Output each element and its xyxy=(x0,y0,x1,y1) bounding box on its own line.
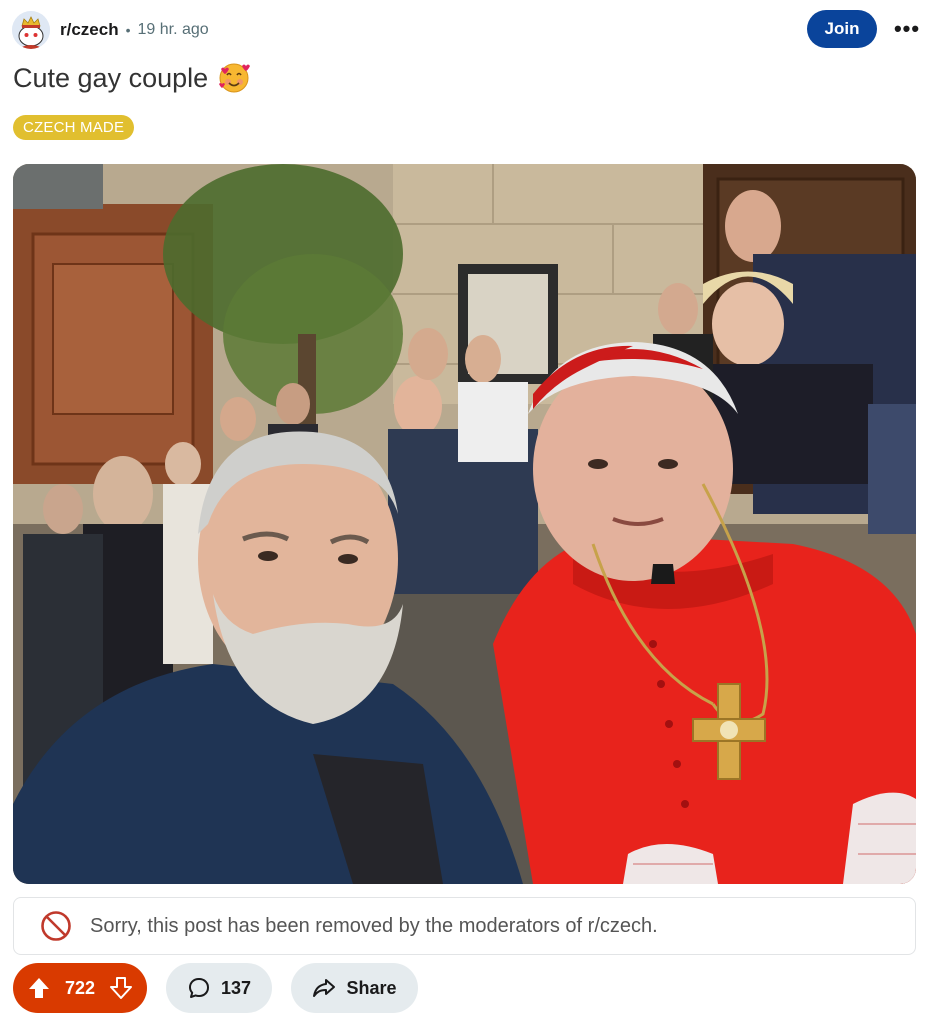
post-time: 19 hr. ago xyxy=(137,21,209,38)
speech-bubble-icon xyxy=(188,978,209,998)
smiling-face-with-hearts-icon xyxy=(219,63,251,93)
subreddit-avatar-icon[interactable] xyxy=(12,11,50,49)
share-label: Share xyxy=(346,977,397,998)
post-title[interactable]: Cute gay couple xyxy=(13,63,208,94)
share-button[interactable]: Share xyxy=(291,963,418,1013)
removed-message: Sorry, this post has been removed by the… xyxy=(90,914,658,937)
ban-icon xyxy=(41,911,71,941)
join-button[interactable]: Join xyxy=(807,10,877,48)
subreddit-name[interactable]: r/czech xyxy=(60,20,119,40)
comments-button[interactable]: 137 xyxy=(166,963,272,1013)
post-actions: 722 137 Share xyxy=(13,962,418,1014)
removed-notice: Sorry, this post has been removed by the… xyxy=(13,897,916,955)
ellipsis-icon: ••• xyxy=(893,16,921,41)
vote-score: 722 xyxy=(64,977,96,998)
comment-count: 137 xyxy=(220,977,252,998)
arrow-up-icon[interactable] xyxy=(27,976,51,1000)
post-flair[interactable]: CZECH MADE xyxy=(13,115,135,140)
more-options-button[interactable]: ••• xyxy=(891,14,923,44)
share-arrow-icon xyxy=(313,979,336,997)
arrow-down-icon[interactable] xyxy=(109,976,133,1000)
post-header: r/czech • 19 hr. ago Join ••• xyxy=(12,10,923,50)
post-title-row: Cute gay couple xyxy=(13,62,251,94)
separator-dot: • xyxy=(125,22,131,38)
vote-control: 722 xyxy=(13,963,147,1013)
post-image[interactable] xyxy=(13,164,916,884)
